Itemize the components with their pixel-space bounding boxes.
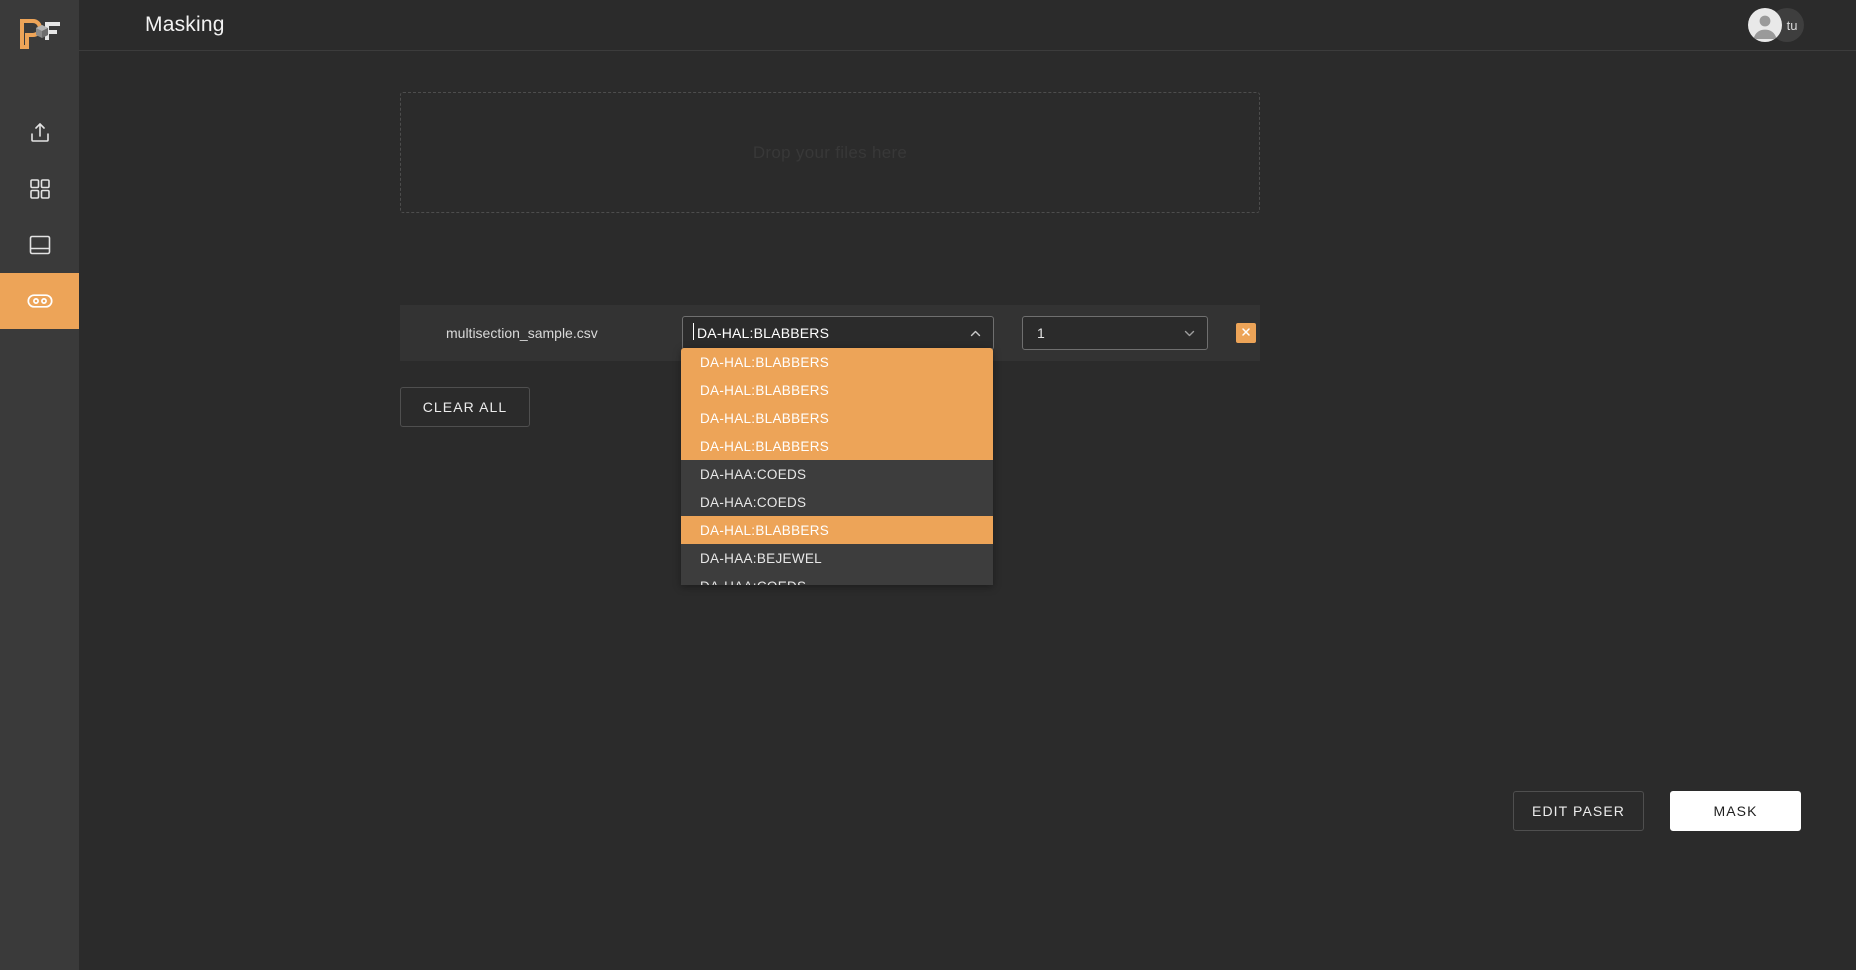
sidebar-item-upload[interactable]	[0, 105, 79, 161]
remove-file-button[interactable]	[1236, 323, 1256, 343]
avatar[interactable]	[1748, 8, 1782, 42]
upload-icon	[28, 121, 52, 145]
tag-option[interactable]: DA-HAA:BEJEWEL	[681, 544, 993, 572]
sidebar-item-library[interactable]	[0, 217, 79, 273]
pf-logo-icon	[19, 18, 60, 49]
count-select[interactable]: 1	[1022, 316, 1208, 350]
dropzone-label: Drop your files here	[752, 142, 908, 162]
chevron-down-icon	[1183, 327, 1196, 340]
file-name-label: multisection_sample.csv	[446, 325, 598, 341]
tag-option[interactable]: DA-HAL:BLABBERS	[681, 404, 993, 432]
top-header: Masking tu	[79, 0, 1856, 51]
person-icon	[1753, 15, 1777, 39]
sidebar	[0, 0, 79, 970]
tag-option[interactable]: DA-HAL:BLABBERS	[681, 432, 993, 460]
clear-all-label: CLEAR ALL	[422, 399, 508, 415]
tag-select-value: DA-HAL:BLABBERS	[692, 323, 830, 341]
tag-select[interactable]: DA-HAL:BLABBERS	[682, 316, 994, 350]
sidebar-item-link[interactable]	[0, 273, 79, 329]
mask-label: MASK	[1713, 803, 1758, 819]
tag-option[interactable]: DA-HAL:BLABBERS	[681, 516, 993, 544]
edit-paser-button[interactable]: EDIT PASER	[1513, 791, 1644, 831]
page-title: Masking	[145, 13, 225, 36]
tag-option[interactable]: DA-HAL:BLABBERS	[681, 376, 993, 404]
tag-option[interactable]: DA-HAA:COEDS	[681, 488, 993, 516]
grid-icon	[29, 178, 51, 200]
tag-option[interactable]: DA-HAA:COEDS	[681, 460, 993, 488]
edit-paser-label: EDIT PASER	[1532, 803, 1625, 819]
tag-option[interactable]: DA-HAA:COEDS	[681, 572, 993, 586]
chevron-up-icon	[969, 327, 982, 340]
close-icon	[1241, 324, 1251, 342]
tag-dropdown-menu[interactable]: DA-HAL:BLABBERS DA-HAL:BLABBERS DA-HAL:BLA…	[681, 348, 993, 585]
count-select-value: 1	[1037, 325, 1045, 341]
sidebar-nav	[0, 105, 79, 329]
app-logo[interactable]	[0, 6, 79, 61]
tag-option[interactable]: DA-HAL:BLABBERS	[681, 348, 993, 376]
sidebar-item-grid[interactable]	[0, 161, 79, 217]
content-area: Drop your files here multisection_sample…	[79, 51, 1856, 970]
clear-all-button[interactable]: CLEAR ALL	[400, 387, 530, 427]
file-dropzone[interactable]: Drop your files here	[400, 92, 1260, 213]
library-icon	[28, 234, 52, 256]
user-avatars[interactable]: tu	[1748, 8, 1804, 42]
link-icon	[26, 293, 53, 309]
app-root: Masking tu Drop your files here multisec…	[0, 0, 1856, 970]
mask-button[interactable]: MASK	[1670, 791, 1801, 831]
footer-actions: EDIT PASER MASK	[1513, 791, 1801, 831]
main-pane: Masking tu Drop your files here multisec…	[79, 0, 1856, 970]
